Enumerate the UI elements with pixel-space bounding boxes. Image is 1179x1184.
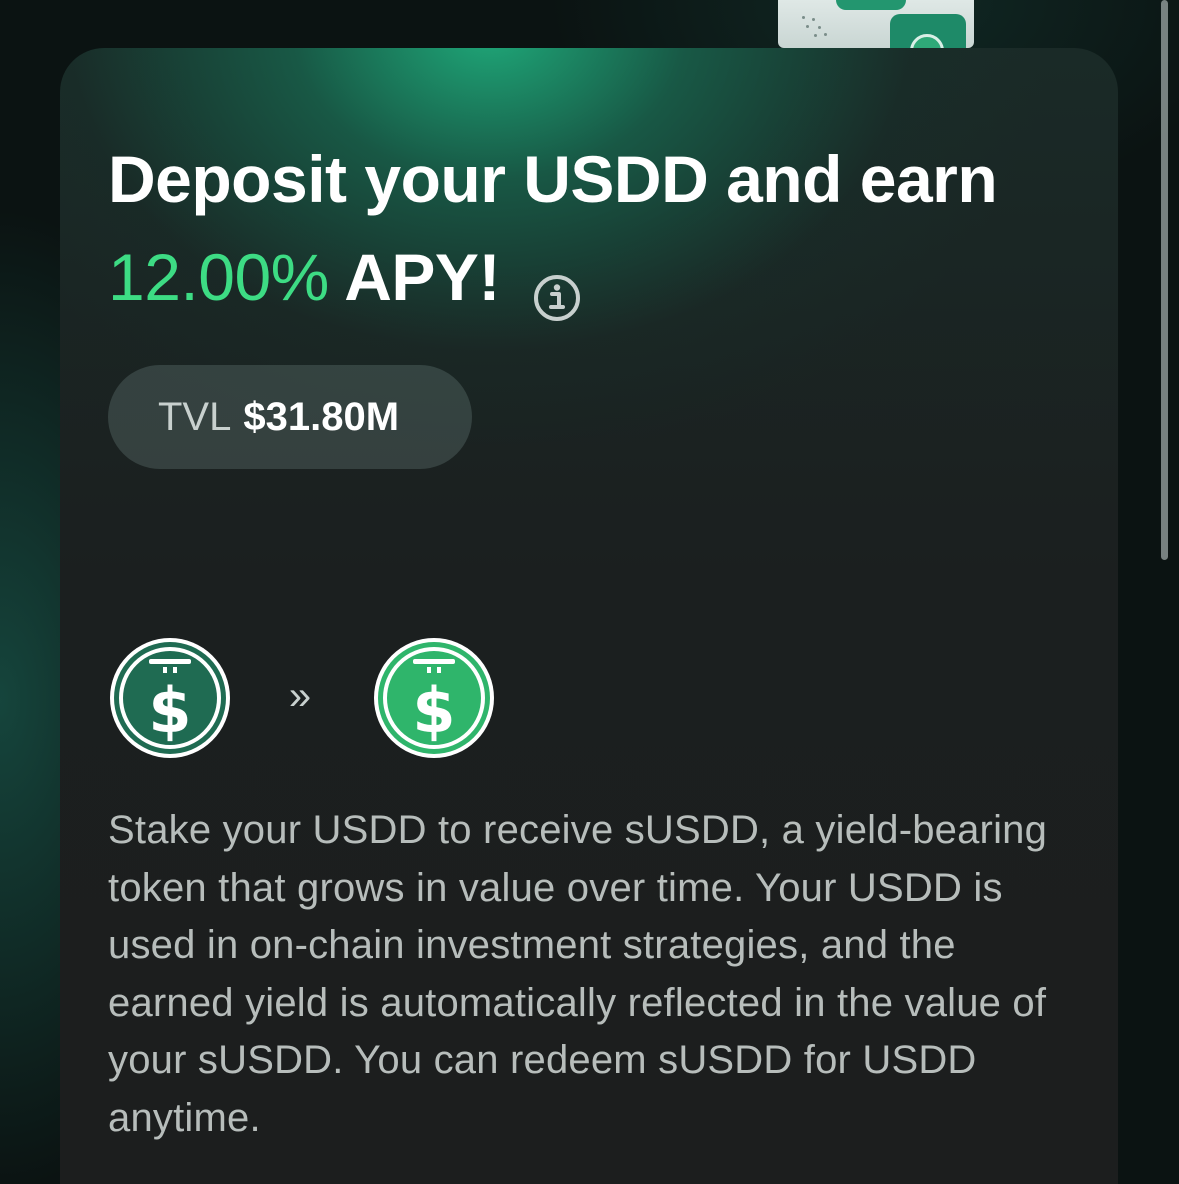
token-conversion: $ » $ [108, 636, 508, 760]
title-text: Deposit your USDD and earn [108, 142, 998, 216]
page: Deposit your USDD and earn 12.00% APY! T… [0, 0, 1179, 1184]
svg-text:$: $ [148, 674, 191, 747]
tvl-badge: TVL $31.80M [108, 365, 472, 469]
scrollbar[interactable] [1161, 0, 1168, 560]
double-chevron-right-icon: » [288, 674, 312, 718]
usdd-token-icon: $ [108, 636, 232, 760]
susdd-token-icon: $ [372, 636, 496, 760]
info-icon[interactable] [532, 251, 582, 321]
illustration-coin-badge [890, 14, 966, 48]
promo-illustration [778, 0, 974, 48]
tvl-value: $31.80M [243, 395, 400, 439]
apy-label: APY! [344, 240, 500, 314]
svg-text:$: $ [412, 674, 455, 747]
apy-value: 12.00% [108, 240, 329, 314]
staking-card: Deposit your USDD and earn 12.00% APY! T… [60, 48, 1118, 1184]
page-title: Deposit your USDD and earn 12.00% APY! [108, 130, 1088, 326]
staking-description: Stake your USDD to receive sUSDD, a yiel… [108, 808, 1048, 1140]
illustration-tab [836, 0, 906, 10]
illustration-dots [800, 14, 830, 40]
tvl-label: TVL [158, 395, 232, 439]
